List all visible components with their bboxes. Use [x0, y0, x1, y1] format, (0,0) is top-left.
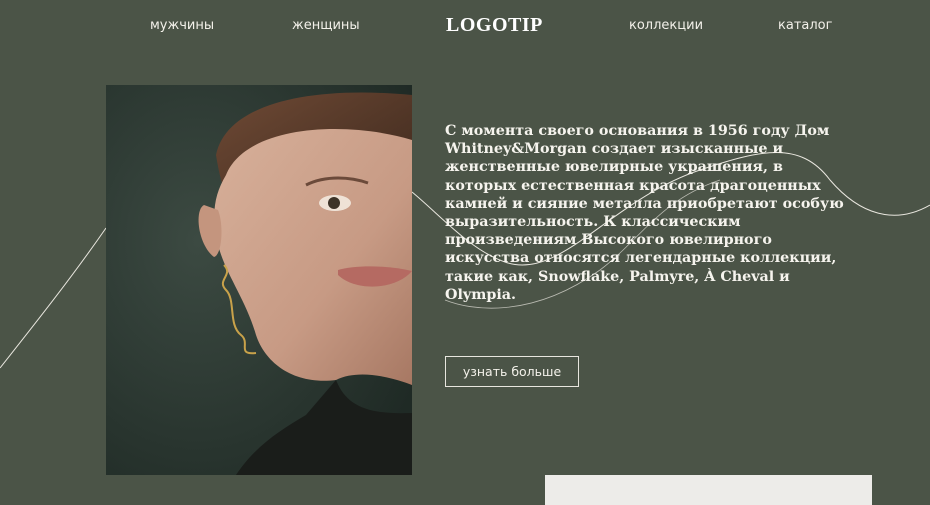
nav-men[interactable]: мужчины [150, 18, 214, 33]
intro-paragraph: С момента своего основания в 1956 году Д… [445, 123, 844, 303]
logo[interactable]: LOGOTIP [446, 14, 543, 37]
nav-women[interactable]: женщины [292, 18, 360, 33]
model-photo [106, 85, 412, 475]
next-section-card [545, 475, 872, 505]
learn-more-button[interactable]: узнать больше [445, 356, 579, 387]
nav-collections[interactable]: коллекции [629, 18, 703, 33]
nav-catalog[interactable]: каталог [778, 18, 832, 33]
